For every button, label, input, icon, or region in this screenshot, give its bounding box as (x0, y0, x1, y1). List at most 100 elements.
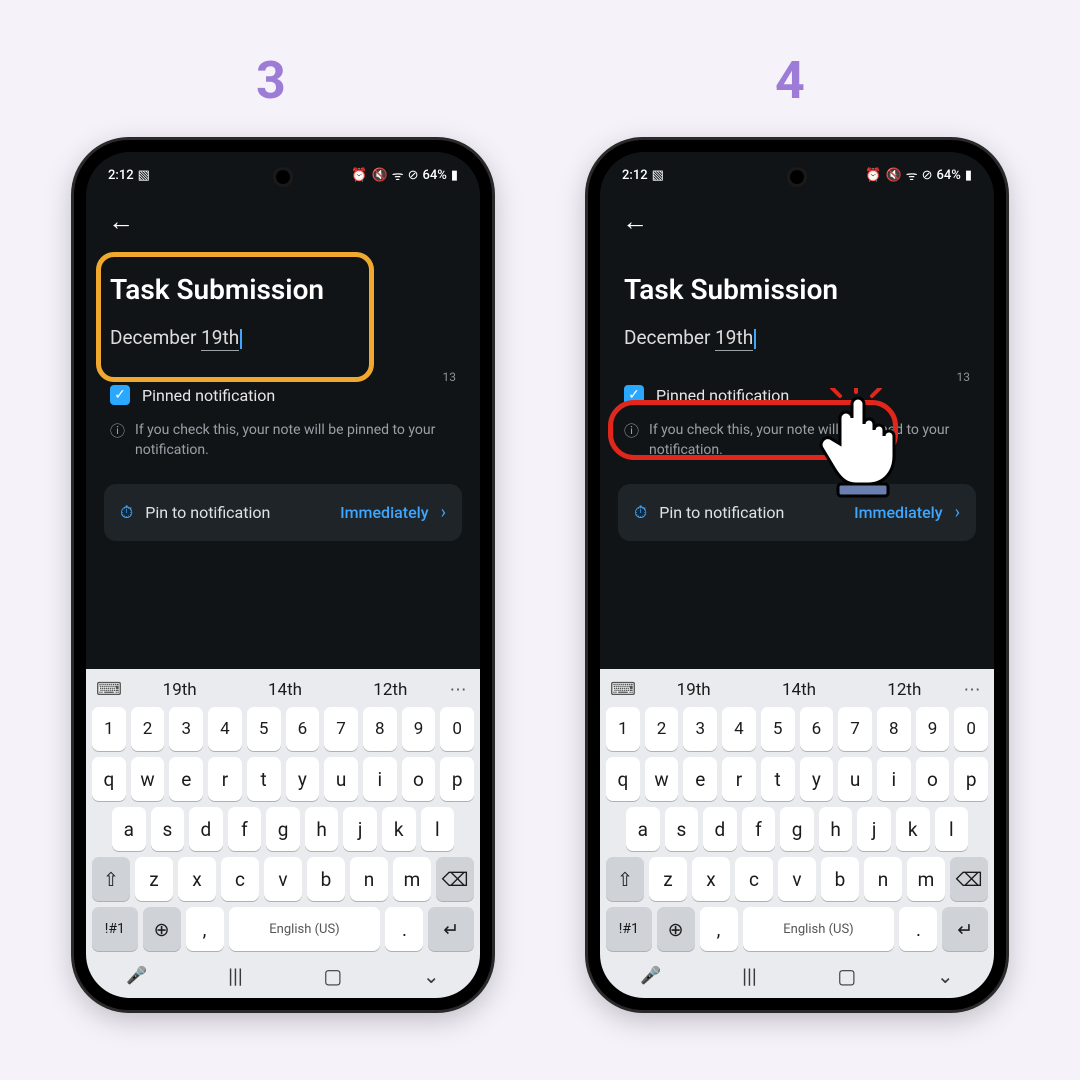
nav-recents[interactable]: ||| (742, 964, 757, 988)
key-enter[interactable]: ↵ (942, 907, 988, 951)
key-5[interactable]: 5 (247, 707, 281, 751)
more-icon[interactable]: ⋯ (960, 680, 986, 700)
key-z[interactable]: z (649, 857, 687, 901)
key-y[interactable]: y (800, 757, 834, 801)
key-1[interactable]: 1 (92, 707, 126, 751)
key-0[interactable]: 0 (954, 707, 988, 751)
key-i[interactable]: i (877, 757, 911, 801)
key-d[interactable]: d (189, 807, 223, 851)
key-period[interactable]: . (385, 907, 423, 951)
key-1[interactable]: 1 (606, 707, 640, 751)
key-enter[interactable]: ↵ (428, 907, 474, 951)
suggestion-1[interactable]: 19th (130, 680, 229, 700)
key-3[interactable]: 3 (683, 707, 717, 751)
key-9[interactable]: 9 (916, 707, 950, 751)
suggestion-2[interactable]: 14th (749, 680, 848, 700)
note-title-input[interactable]: Task Submission (110, 273, 456, 306)
mic-icon[interactable]: 🎤 (126, 966, 147, 986)
key-b[interactable]: b (821, 857, 859, 901)
key-m[interactable]: m (907, 857, 945, 901)
key-l[interactable]: l (935, 807, 969, 851)
key-k[interactable]: k (382, 807, 416, 851)
key-2[interactable]: 2 (645, 707, 679, 751)
suggestion-1[interactable]: 19th (644, 680, 743, 700)
key-w[interactable]: w (645, 757, 679, 801)
key-e[interactable]: e (169, 757, 203, 801)
key-x[interactable]: x (178, 857, 216, 901)
key-comma[interactable]: , (700, 907, 738, 951)
suggestion-3[interactable]: 12th (855, 680, 954, 700)
note-body-input[interactable]: December 19th (110, 326, 456, 349)
key-p[interactable]: p (954, 757, 988, 801)
key-language[interactable]: ⊕ (143, 907, 181, 951)
key-f[interactable]: f (228, 807, 262, 851)
key-shift[interactable]: ⇧ (92, 857, 130, 901)
key-backspace[interactable]: ⌫ (436, 857, 474, 901)
note-title-input[interactable]: Task Submission (624, 273, 970, 306)
key-n[interactable]: n (864, 857, 902, 901)
key-e[interactable]: e (683, 757, 717, 801)
key-language[interactable]: ⊕ (657, 907, 695, 951)
key-4[interactable]: 4 (208, 707, 242, 751)
note-body-input[interactable]: December 19th (624, 326, 970, 349)
key-w[interactable]: w (131, 757, 165, 801)
key-q[interactable]: q (606, 757, 640, 801)
key-n[interactable]: n (350, 857, 388, 901)
key-8[interactable]: 8 (363, 707, 397, 751)
clipboard-icon[interactable]: ⌨ (94, 679, 124, 700)
key-7[interactable]: 7 (324, 707, 358, 751)
key-r[interactable]: r (722, 757, 756, 801)
key-comma[interactable]: , (186, 907, 224, 951)
key-b[interactable]: b (307, 857, 345, 901)
key-m[interactable]: m (393, 857, 431, 901)
back-button[interactable]: ← (618, 200, 976, 243)
nav-home[interactable]: ▢ (837, 964, 856, 988)
key-6[interactable]: 6 (286, 707, 320, 751)
key-t[interactable]: t (247, 757, 281, 801)
key-symbols[interactable]: !#1 (92, 907, 138, 951)
key-p[interactable]: p (440, 757, 474, 801)
key-5[interactable]: 5 (761, 707, 795, 751)
key-q[interactable]: q (92, 757, 126, 801)
key-7[interactable]: 7 (838, 707, 872, 751)
pinned-checkbox[interactable]: ✓ (110, 385, 130, 405)
pin-schedule-row[interactable]: ⏱ Pin to notification Immediately › (618, 484, 976, 541)
key-y[interactable]: y (286, 757, 320, 801)
key-c[interactable]: c (735, 857, 773, 901)
suggestion-3[interactable]: 12th (341, 680, 440, 700)
key-a[interactable]: a (626, 807, 660, 851)
key-j[interactable]: j (857, 807, 891, 851)
key-o[interactable]: o (916, 757, 950, 801)
clipboard-icon[interactable]: ⌨ (608, 679, 638, 700)
key-h[interactable]: h (819, 807, 853, 851)
key-u[interactable]: u (324, 757, 358, 801)
key-h[interactable]: h (305, 807, 339, 851)
suggestion-2[interactable]: 14th (235, 680, 334, 700)
key-9[interactable]: 9 (402, 707, 436, 751)
key-o[interactable]: o (402, 757, 436, 801)
mic-icon[interactable]: 🎤 (640, 966, 661, 986)
nav-home[interactable]: ▢ (323, 964, 342, 988)
key-0[interactable]: 0 (440, 707, 474, 751)
key-g[interactable]: g (780, 807, 814, 851)
pin-schedule-row[interactable]: ⏱ Pin to notification Immediately › (104, 484, 462, 541)
key-t[interactable]: t (761, 757, 795, 801)
key-s[interactable]: s (151, 807, 185, 851)
key-k[interactable]: k (896, 807, 930, 851)
key-v[interactable]: v (264, 857, 302, 901)
pinned-row[interactable]: ✓ Pinned notification (618, 383, 976, 407)
key-backspace[interactable]: ⌫ (950, 857, 988, 901)
key-g[interactable]: g (266, 807, 300, 851)
back-button[interactable]: ← (104, 200, 462, 243)
key-6[interactable]: 6 (800, 707, 834, 751)
key-4[interactable]: 4 (722, 707, 756, 751)
key-s[interactable]: s (665, 807, 699, 851)
key-space[interactable]: English (US) (229, 907, 381, 951)
key-r[interactable]: r (208, 757, 242, 801)
key-l[interactable]: l (421, 807, 455, 851)
key-c[interactable]: c (221, 857, 259, 901)
pinned-row[interactable]: ✓ Pinned notification (104, 383, 462, 407)
key-i[interactable]: i (363, 757, 397, 801)
nav-back[interactable]: ⌄ (937, 964, 954, 988)
key-j[interactable]: j (343, 807, 377, 851)
